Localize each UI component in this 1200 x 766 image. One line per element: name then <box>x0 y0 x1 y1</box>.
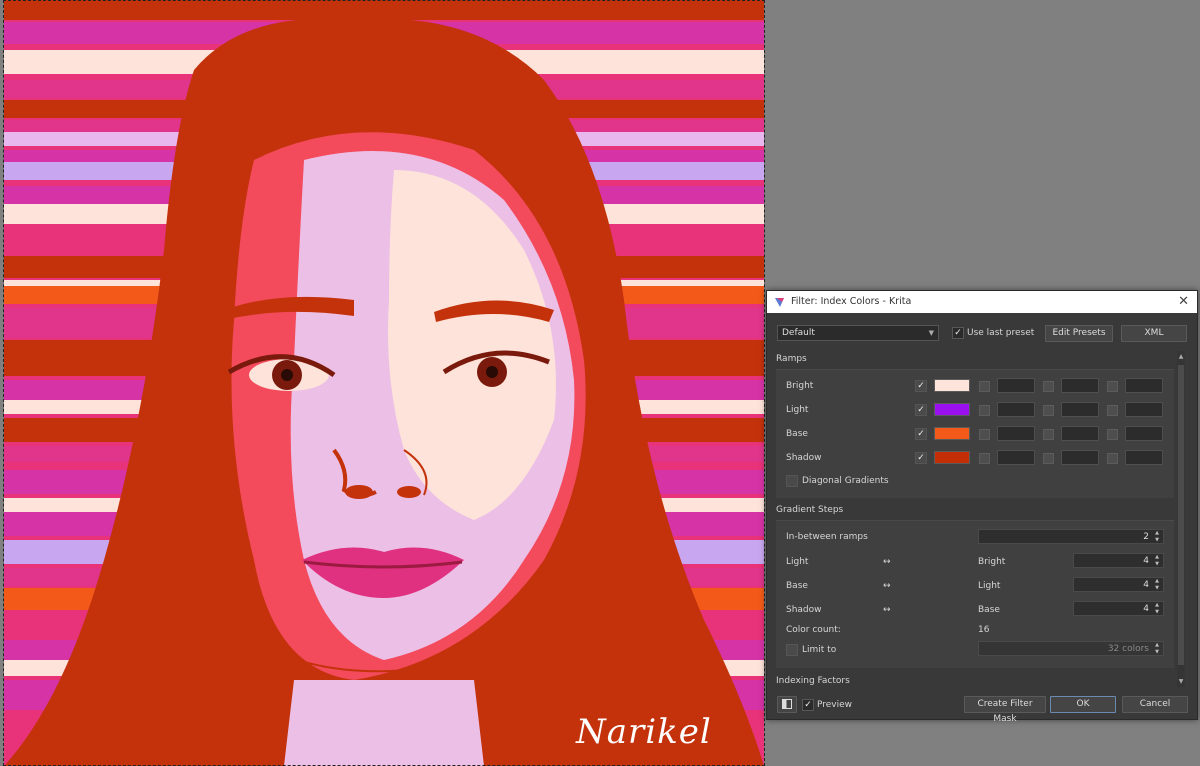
step-from-label: Light <box>786 557 809 567</box>
step-value: 4 <box>1143 556 1149 566</box>
ok-button[interactable]: OK <box>1050 696 1116 713</box>
in-between-ramps-label: In-between ramps <box>786 532 868 542</box>
spin-arrows-icon[interactable]: ▲ ▼ <box>1152 642 1162 656</box>
ramp-step-checkbox[interactable] <box>979 453 990 464</box>
close-icon[interactable]: ✕ <box>1178 294 1189 309</box>
step-spinbox[interactable]: 4 ▲ ▼ <box>1073 577 1164 592</box>
ramp-step-swatch[interactable] <box>1125 426 1163 441</box>
ramp-step-swatch[interactable] <box>1061 450 1099 465</box>
preview-checkbox[interactable]: ✓ <box>802 699 814 711</box>
ramp-label: Bright <box>786 381 814 391</box>
artwork-signature: Narikel <box>576 712 712 752</box>
step-spinbox[interactable]: 4 ▲ ▼ <box>1073 553 1164 568</box>
ramps-section-title: Ramps <box>776 354 807 364</box>
use-last-preset-checkbox[interactable]: ✓ <box>952 327 964 339</box>
ramp-color-swatch[interactable] <box>934 379 970 392</box>
xml-button[interactable]: XML <box>1121 325 1187 342</box>
ramp-color-swatch[interactable] <box>934 451 970 464</box>
dialog-titlebar[interactable]: Filter: Index Colors - Krita ✕ <box>767 291 1197 313</box>
ramp-color-swatch[interactable] <box>934 403 970 416</box>
ramp-step-swatch[interactable] <box>997 402 1035 417</box>
ramp-enable-checkbox[interactable]: ✓ <box>915 428 927 440</box>
step-to-label: Bright <box>978 557 1006 567</box>
ramp-label: Base <box>786 429 808 439</box>
ramp-color-swatch[interactable] <box>934 427 970 440</box>
step-value: 4 <box>1143 604 1149 614</box>
ramp-step-checkbox[interactable] <box>1107 453 1118 464</box>
spin-arrows-icon[interactable]: ▲ ▼ <box>1152 554 1162 568</box>
ramp-label: Light <box>786 405 809 415</box>
color-count-label: Color count: <box>786 625 841 635</box>
ramp-step-swatch[interactable] <box>1125 402 1163 417</box>
step-spinbox[interactable]: 4 ▲ ▼ <box>1073 601 1164 616</box>
dialog-scrollbar[interactable]: ▲ ▼ <box>1177 351 1185 687</box>
scrollbar-thumb[interactable] <box>1178 365 1184 665</box>
krita-app-icon <box>775 298 784 307</box>
ramp-step-checkbox[interactable] <box>1107 381 1118 392</box>
chevron-down-icon: ▼ <box>928 329 934 337</box>
ramp-step-checkbox[interactable] <box>1043 381 1054 392</box>
preview-label: Preview <box>817 700 853 710</box>
ramp-step-checkbox[interactable] <box>979 405 990 416</box>
double-arrow-icon: ↔ <box>883 581 891 591</box>
ramp-step-checkbox[interactable] <box>979 381 990 392</box>
dialog-title: Filter: Index Colors - Krita <box>791 296 912 307</box>
ramp-step-checkbox[interactable] <box>1043 405 1054 416</box>
ramp-step-swatch[interactable] <box>1125 450 1163 465</box>
step-from-label: Shadow <box>786 605 822 615</box>
ramp-step-swatch[interactable] <box>1061 426 1099 441</box>
split-view-icon <box>782 699 792 709</box>
ramp-step-checkbox[interactable] <box>1107 429 1118 440</box>
diagonal-gradients-checkbox[interactable] <box>786 475 798 487</box>
double-arrow-icon: ↔ <box>883 557 891 567</box>
create-filter-mask-button[interactable]: Create Filter Mask <box>964 696 1046 724</box>
edit-presets-button[interactable]: Edit Presets <box>1045 325 1113 342</box>
in-between-ramps-value: 2 <box>1143 532 1149 542</box>
ramp-step-swatch[interactable] <box>997 426 1035 441</box>
scroll-up-icon[interactable]: ▲ <box>1177 353 1185 360</box>
diagonal-gradients-label: Diagonal Gradients <box>802 476 889 486</box>
cancel-button[interactable]: Cancel <box>1122 696 1188 713</box>
ramp-step-swatch[interactable] <box>997 450 1035 465</box>
artwork-image[interactable]: Narikel <box>4 0 764 766</box>
step-value: 4 <box>1143 580 1149 590</box>
index-colors-dialog[interactable]: Filter: Index Colors - Krita ✕ Default ▼… <box>766 290 1198 724</box>
step-from-label: Base <box>786 581 808 591</box>
ramp-step-checkbox[interactable] <box>979 429 990 440</box>
in-between-ramps-spinbox[interactable]: 2 ▲ ▼ <box>978 529 1164 544</box>
ramp-step-checkbox[interactable] <box>1107 405 1118 416</box>
double-arrow-icon: ↔ <box>883 605 891 615</box>
limit-to-value: 32 colors <box>1107 644 1149 654</box>
preset-combo-value: Default <box>782 328 815 338</box>
spin-arrows-icon[interactable]: ▲ ▼ <box>1152 578 1162 592</box>
ramp-step-swatch[interactable] <box>1061 402 1099 417</box>
use-last-preset-label: Use last preset <box>967 328 1035 338</box>
step-to-label: Light <box>978 581 1001 591</box>
ramp-step-checkbox[interactable] <box>1043 453 1054 464</box>
step-to-label: Base <box>978 605 1000 615</box>
ramp-step-checkbox[interactable] <box>1043 429 1054 440</box>
ramp-enable-checkbox[interactable]: ✓ <box>915 380 927 392</box>
scroll-down-icon[interactable]: ▼ <box>1177 678 1185 685</box>
spin-arrows-icon[interactable]: ▲ ▼ <box>1152 530 1162 544</box>
spin-arrows-icon[interactable]: ▲ ▼ <box>1152 602 1162 616</box>
limit-to-checkbox[interactable] <box>786 644 798 656</box>
ramp-enable-checkbox[interactable]: ✓ <box>915 404 927 416</box>
limit-to-spinbox[interactable]: 32 colors ▲ ▼ <box>978 641 1164 656</box>
gradient-steps-section-title: Gradient Steps <box>776 505 844 515</box>
limit-to-label: Limit to <box>802 645 837 655</box>
portrait-artwork <box>4 0 764 766</box>
ramp-label: Shadow <box>786 453 822 463</box>
color-count-value: 16 <box>978 625 990 635</box>
indexing-factors-section-title: Indexing Factors <box>776 676 850 686</box>
split-preview-button[interactable] <box>777 696 797 713</box>
ramp-step-swatch[interactable] <box>997 378 1035 393</box>
ramp-enable-checkbox[interactable]: ✓ <box>915 452 927 464</box>
preset-combo[interactable]: Default ▼ <box>777 325 939 341</box>
ramp-step-swatch[interactable] <box>1061 378 1099 393</box>
ramp-step-swatch[interactable] <box>1125 378 1163 393</box>
